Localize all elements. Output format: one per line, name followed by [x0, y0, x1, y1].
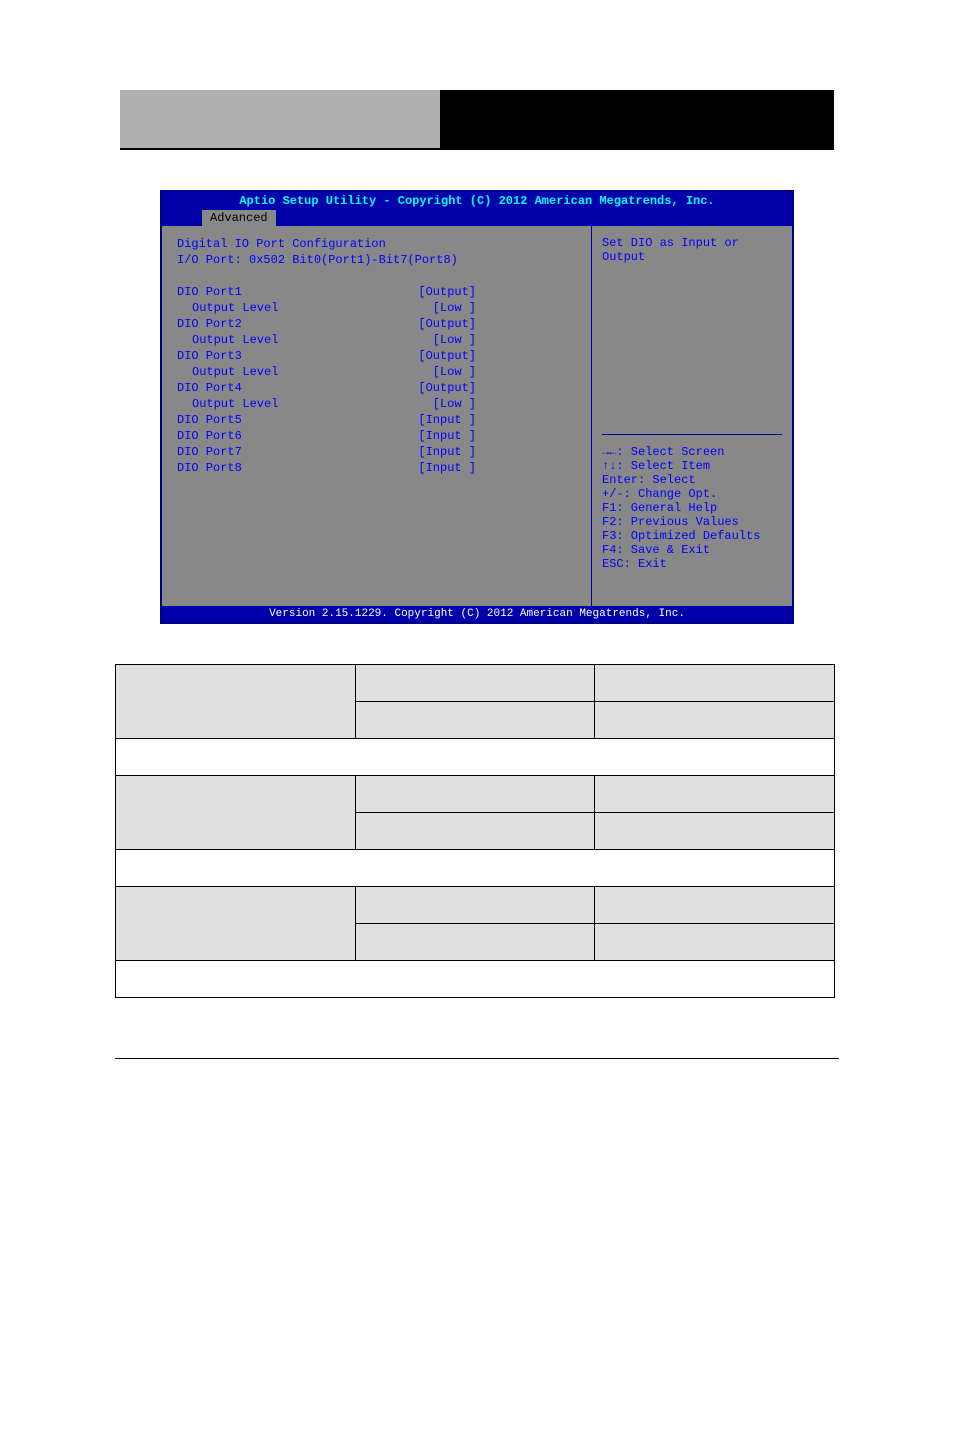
bios-help-key: ↑↓: Select Item: [602, 459, 782, 473]
bios-tab-row: Advanced: [162, 210, 792, 226]
bios-row-value[interactable]: [Output]: [418, 380, 476, 396]
bios-row-label: Output Level: [177, 396, 278, 412]
bios-row-label: DIO Port3: [177, 348, 242, 364]
table-cell: [116, 961, 835, 998]
bios-row-value[interactable]: [Input ]: [418, 428, 476, 444]
table-cell: [116, 776, 356, 850]
bios-config-row[interactable]: DIO Port3 [Output]: [177, 348, 576, 364]
bios-row-label: DIO Port6: [177, 428, 242, 444]
bios-heading1: Digital IO Port Configuration: [177, 236, 576, 252]
bios-config-row[interactable]: DIO Port2 [Output]: [177, 316, 576, 332]
table-cell: [355, 924, 595, 961]
table-cell: [116, 887, 356, 961]
bios-row-value[interactable]: [Input ]: [418, 460, 476, 476]
bios-help-key: ESC: Exit: [602, 557, 782, 571]
table-cell: [116, 739, 835, 776]
table-cell: [595, 702, 835, 739]
table-cell: [355, 665, 595, 702]
bios-help-key: F2: Previous Values: [602, 515, 782, 529]
bios-row-value[interactable]: [Output]: [418, 316, 476, 332]
bios-row-value[interactable]: [Low ]: [433, 332, 476, 348]
bios-config-row[interactable]: DIO Port8 [Input ]: [177, 460, 576, 476]
table-cell: [116, 665, 356, 739]
page-footer-line: [115, 1058, 839, 1078]
table-cell: [595, 776, 835, 813]
bios-right-panel: Set DIO as Input or Output →←: Select Sc…: [592, 226, 792, 606]
table-cell: [116, 850, 835, 887]
bios-row-value[interactable]: [Output]: [418, 284, 476, 300]
bios-row-value[interactable]: [Input ]: [418, 444, 476, 460]
bios-row-label: DIO Port1: [177, 284, 242, 300]
options-table: [115, 664, 835, 998]
bios-row-label: Output Level: [177, 364, 278, 380]
bios-config-row[interactable]: Output Level [Low ]: [177, 332, 576, 348]
bios-config-row[interactable]: Output Level [Low ]: [177, 364, 576, 380]
bios-config-row[interactable]: DIO Port1 [Output]: [177, 284, 576, 300]
bios-row-label: Output Level: [177, 300, 278, 316]
bios-row-label: DIO Port8: [177, 460, 242, 476]
table-cell: [595, 665, 835, 702]
bios-help-key: F3: Optimized Defaults: [602, 529, 782, 543]
table-cell: [355, 887, 595, 924]
bios-help-key: +/-: Change Opt.: [602, 487, 782, 501]
bios-config-row[interactable]: DIO Port5 [Input ]: [177, 412, 576, 428]
header-left-block: [120, 90, 440, 150]
bios-row-value[interactable]: [Output]: [418, 348, 476, 364]
bios-config-row[interactable]: Output Level [Low ]: [177, 396, 576, 412]
bios-row-value[interactable]: [Low ]: [433, 396, 476, 412]
table-cell: [595, 887, 835, 924]
bios-footer: Version 2.15.1229. Copyright (C) 2012 Am…: [162, 606, 792, 622]
bios-row-value[interactable]: [Low ]: [433, 364, 476, 380]
bios-help-key: Enter: Select: [602, 473, 782, 487]
bios-heading2: I/O Port: 0x502 Bit0(Port1)-Bit7(Port8): [177, 252, 576, 268]
bios-help-key: →←: Select Screen: [602, 445, 782, 459]
bios-config-row[interactable]: DIO Port4 [Output]: [177, 380, 576, 396]
table-cell: [355, 813, 595, 850]
bios-config-row[interactable]: Output Level [Low ]: [177, 300, 576, 316]
bios-help-divider: [602, 434, 782, 435]
header-bar: [120, 90, 834, 150]
bios-left-panel: Digital IO Port Configuration I/O Port: …: [162, 226, 592, 606]
bios-config-row[interactable]: DIO Port6 [Input ]: [177, 428, 576, 444]
bios-help-key: F4: Save & Exit: [602, 543, 782, 557]
bios-help-key: F1: General Help: [602, 501, 782, 515]
bios-row-label: DIO Port7: [177, 444, 242, 460]
bios-help-text: Set DIO as Input or Output: [602, 236, 782, 264]
table-cell: [355, 776, 595, 813]
tab-advanced[interactable]: Advanced: [202, 210, 276, 226]
bios-row-value[interactable]: [Input ]: [418, 412, 476, 428]
header-right-block: [440, 90, 834, 150]
table-cell: [355, 702, 595, 739]
bios-row-label: DIO Port5: [177, 412, 242, 428]
bios-row-label: DIO Port2: [177, 316, 242, 332]
bios-window: Aptio Setup Utility - Copyright (C) 2012…: [160, 190, 794, 624]
bios-title-bar: Aptio Setup Utility - Copyright (C) 2012…: [162, 192, 792, 210]
bios-row-label: Output Level: [177, 332, 278, 348]
bios-config-row[interactable]: DIO Port7 [Input ]: [177, 444, 576, 460]
bios-row-label: DIO Port4: [177, 380, 242, 396]
table-cell: [595, 924, 835, 961]
bios-row-value[interactable]: [Low ]: [433, 300, 476, 316]
bios-body: Digital IO Port Configuration I/O Port: …: [162, 226, 792, 606]
table-cell: [595, 813, 835, 850]
